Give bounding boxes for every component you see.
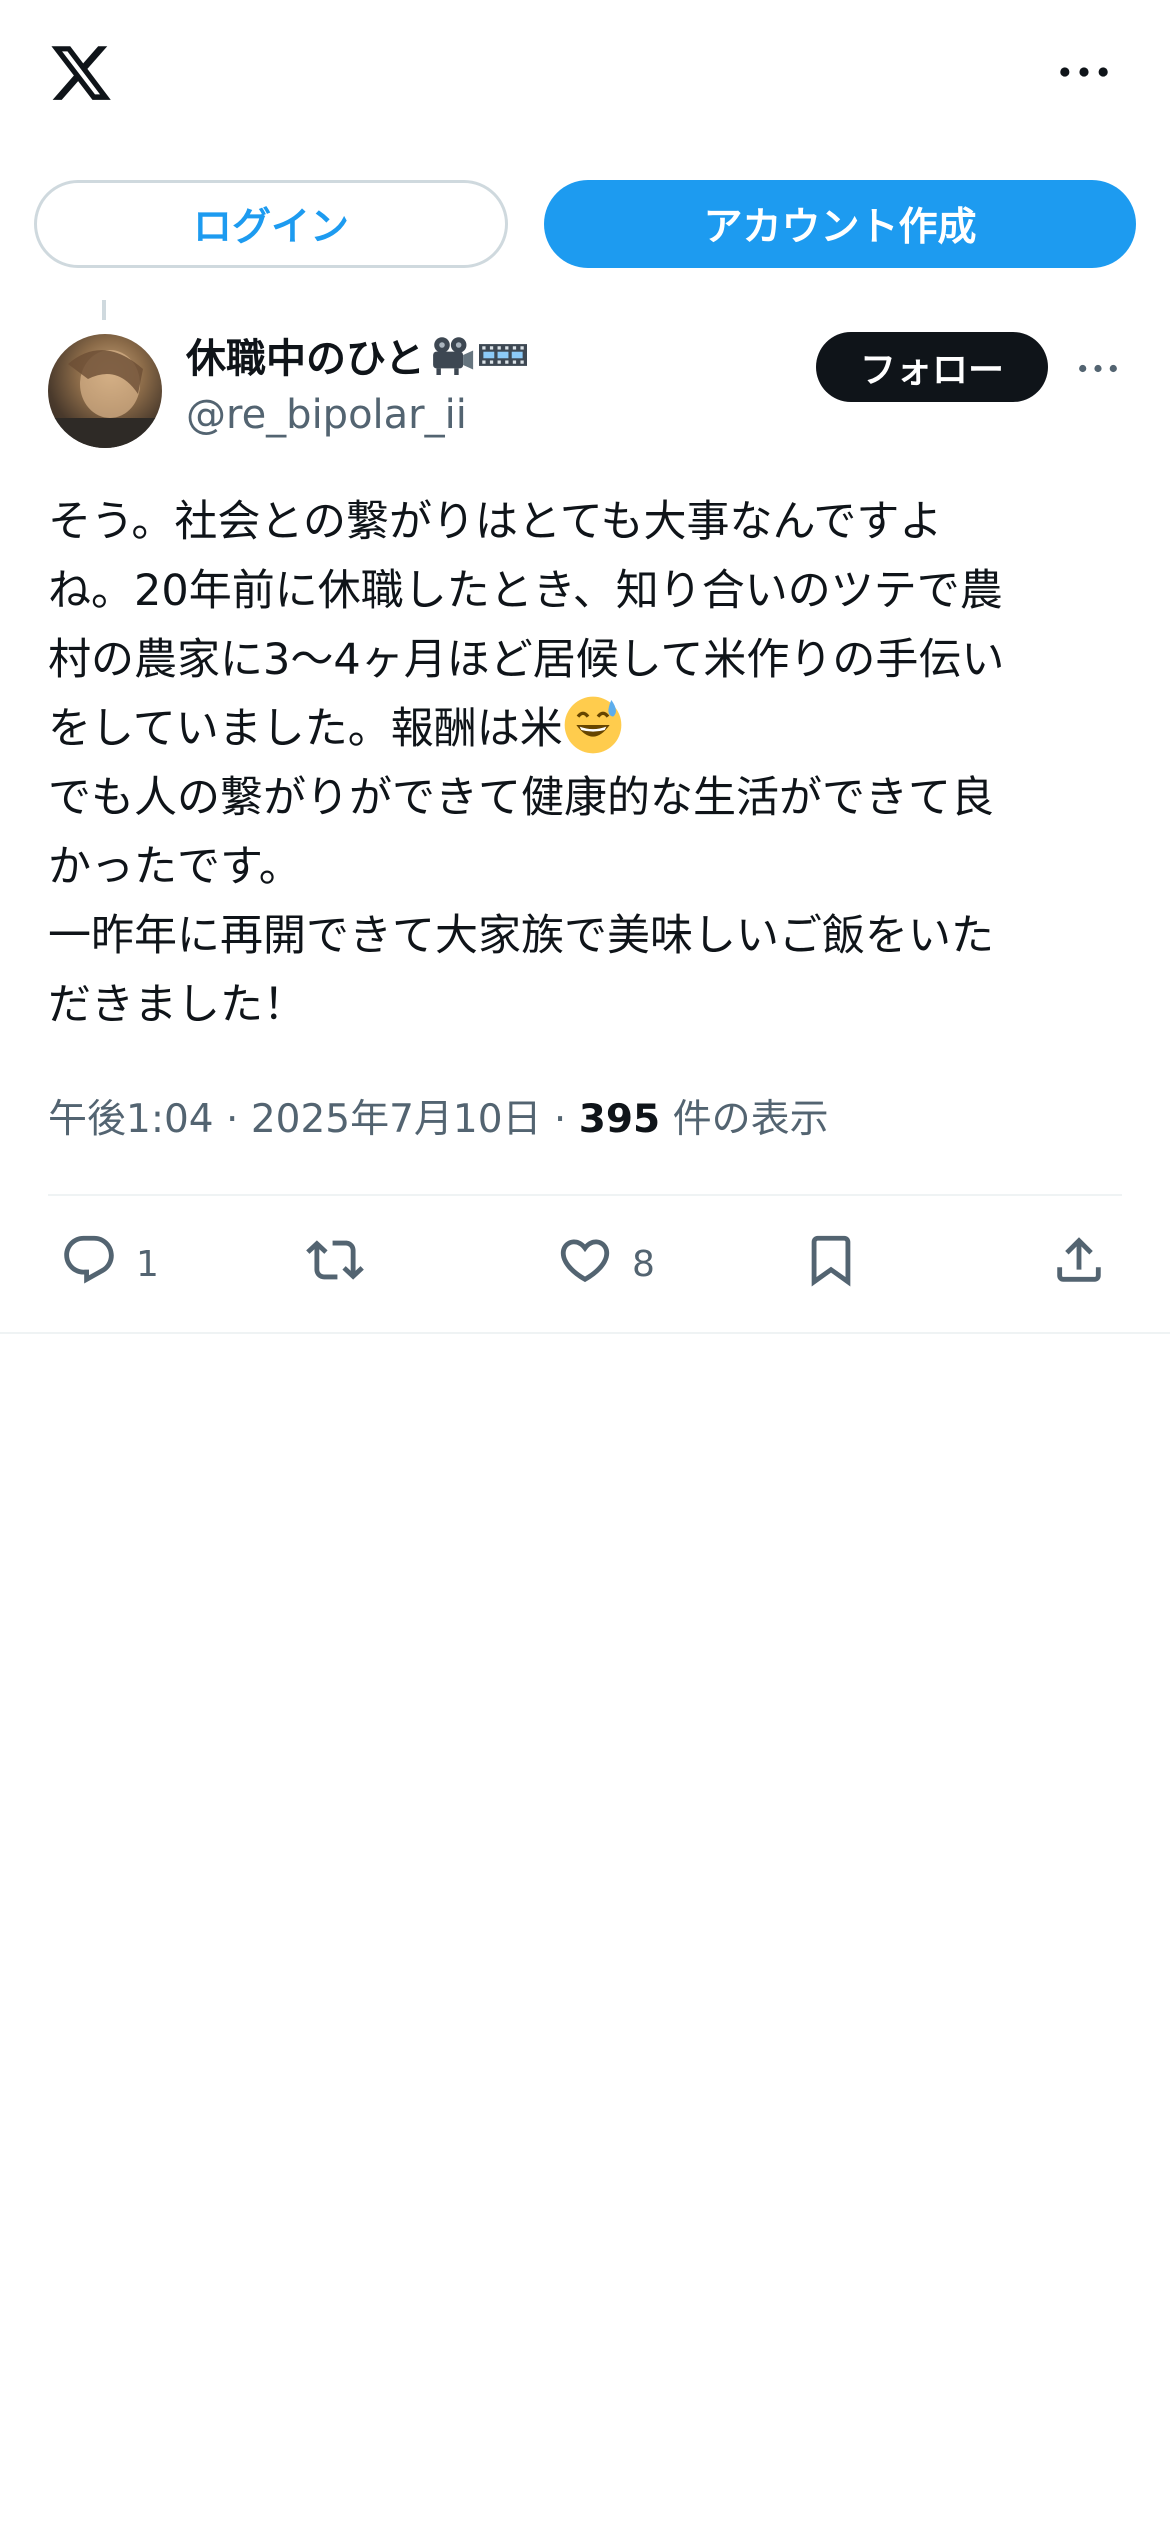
- reply-count: 1: [136, 1243, 159, 1285]
- tweet-text-line: でも人の繋がりができて健康的な生活ができて良: [48, 773, 994, 823]
- grinning-face-with-sweat-icon: [563, 695, 623, 755]
- heart-icon: [556, 1231, 614, 1298]
- tweet-more-icon[interactable]: [1070, 348, 1126, 388]
- divider: [48, 1194, 1122, 1196]
- tweet-page: ログイン アカウント作成 休職中のひと @re_bipolar_ii フォロー …: [0, 0, 1170, 2532]
- tweet-meta: 午後1:04 · 2025年7月10日 · 395 件の表示: [48, 1088, 829, 1144]
- retweet-icon: [306, 1231, 364, 1298]
- meta-separator: ·: [553, 1097, 567, 1142]
- share-icon: [1050, 1231, 1108, 1298]
- create-account-button[interactable]: アカウント作成: [544, 180, 1136, 268]
- tweet-text-line: そう。社会との繋がりはとても大事なんですよ: [48, 497, 943, 547]
- like-count: 8: [632, 1243, 655, 1285]
- views-count: 395: [578, 1097, 661, 1142]
- bookmark-button[interactable]: [802, 1232, 860, 1296]
- meta-separator: ·: [226, 1097, 239, 1142]
- tweet-text: そう。社会との繋がりはとても大事なんですよ ね。20年前に休職したとき、知り合い…: [48, 488, 1128, 1040]
- reply-button[interactable]: 1: [60, 1232, 159, 1296]
- more-options-icon[interactable]: [1054, 50, 1114, 94]
- tweet-text-line-with-emoji: をしていました。報酬は米: [48, 695, 1128, 764]
- tweet-text-line: かったです。: [48, 842, 302, 892]
- share-button[interactable]: [1050, 1232, 1108, 1296]
- avatar[interactable]: [48, 334, 162, 448]
- tweet-text-segment: をしていました。報酬は米: [48, 704, 563, 754]
- x-logo-icon[interactable]: [46, 40, 116, 106]
- tweet-text-line: だきました！: [48, 980, 306, 1030]
- follow-button[interactable]: フォロー: [816, 332, 1048, 402]
- tweet-text-line: 村の農家に3〜4ヶ月ほど居候して米作りの手伝い: [48, 635, 1005, 685]
- views-label: 件の表示: [672, 1097, 829, 1142]
- tweet-time[interactable]: 午後1:04: [48, 1097, 214, 1142]
- like-button[interactable]: 8: [556, 1232, 655, 1296]
- reply-icon: [60, 1231, 118, 1298]
- movie-camera-icon: [429, 335, 475, 375]
- film-frames-icon: [478, 339, 527, 371]
- author-name[interactable]: 休職中のひと: [186, 326, 527, 384]
- section-divider: [0, 1332, 1170, 1334]
- tweet-text-line: 一昨年に再開できて大家族で美味しいご飯をいた: [48, 911, 994, 961]
- tweet-date[interactable]: 2025年7月10日: [251, 1097, 542, 1142]
- tweet-text-line: ね。20年前に休職したとき、知り合いのツテで農: [48, 566, 1003, 616]
- author-handle[interactable]: @re_bipolar_ii: [186, 392, 467, 438]
- author-display-name: 休職中のひと: [186, 336, 425, 382]
- retweet-button[interactable]: [306, 1232, 382, 1296]
- thread-connector: [102, 300, 106, 320]
- login-button[interactable]: ログイン: [34, 180, 508, 268]
- bookmark-icon: [802, 1231, 860, 1298]
